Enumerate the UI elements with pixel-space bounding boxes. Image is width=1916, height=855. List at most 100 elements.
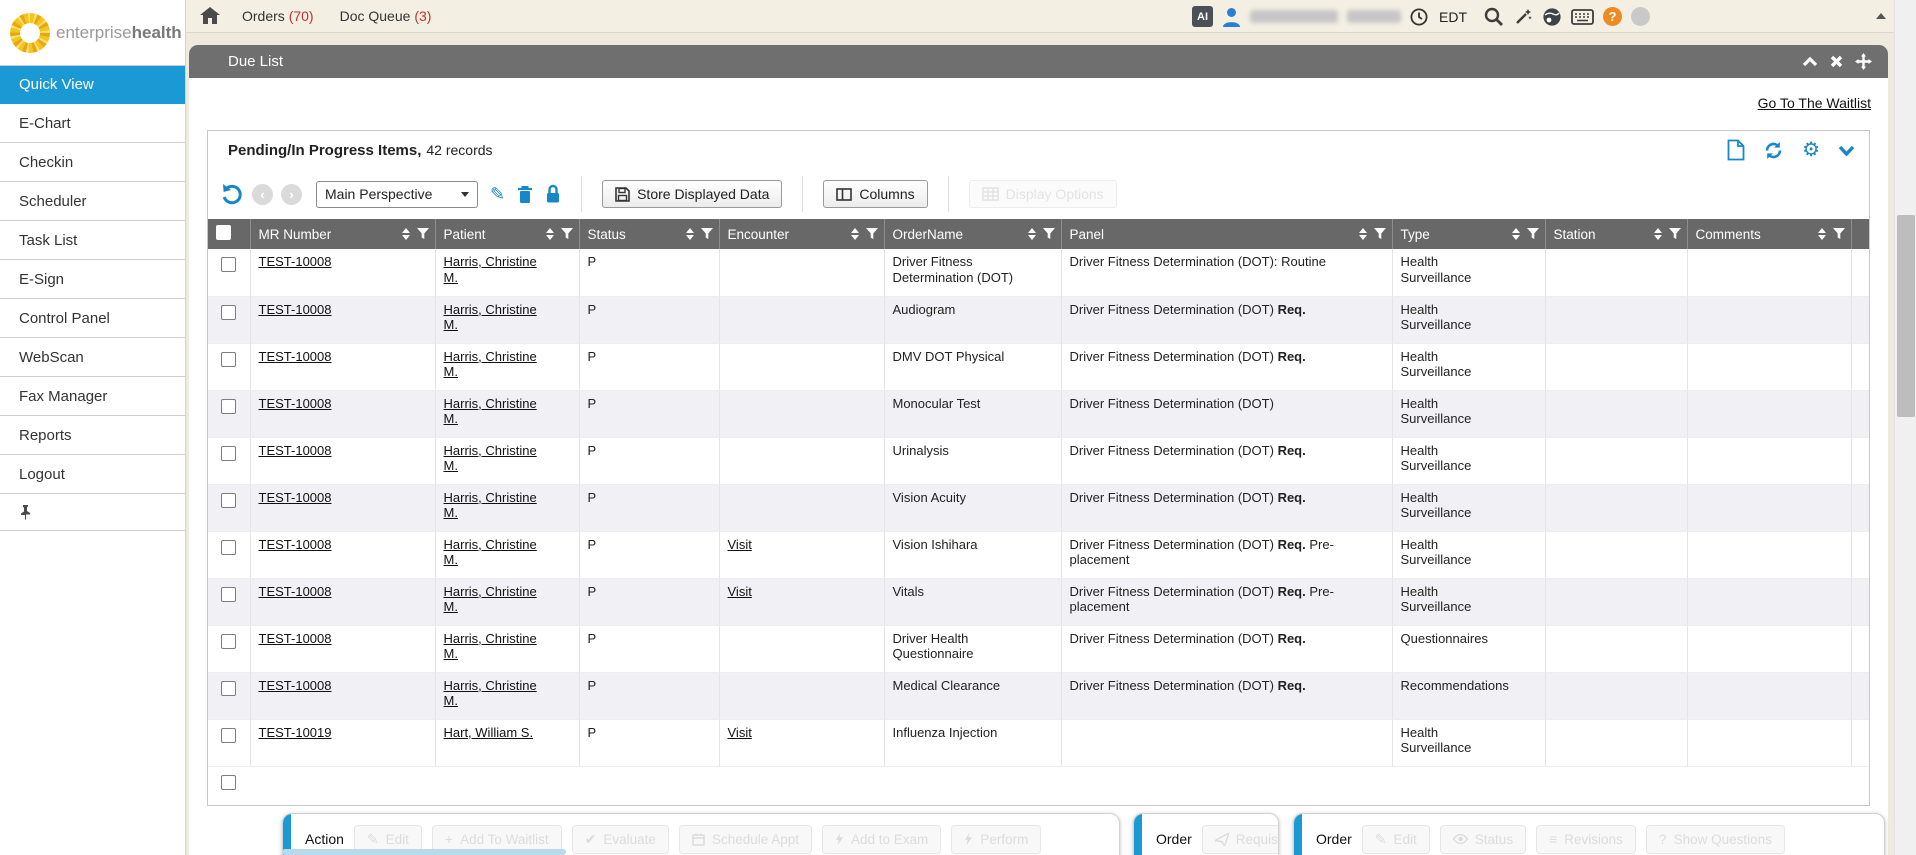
mr-number-link[interactable]: TEST-10008 (259, 254, 332, 269)
mr-number-link[interactable]: TEST-10008 (259, 678, 332, 693)
patient-link[interactable]: Harris, Christine M. (444, 631, 550, 662)
columns-button[interactable]: Columns (823, 180, 927, 208)
row-checkbox[interactable] (221, 681, 236, 696)
patient-link[interactable]: Harris, Christine M. (444, 490, 550, 521)
footer-checkbox[interactable] (221, 775, 236, 790)
sidebar-item-checkin[interactable]: Checkin (0, 143, 185, 182)
col-header-panel[interactable]: Panel (1061, 219, 1392, 249)
filter-icon[interactable] (1527, 228, 1539, 240)
wand-icon[interactable] (1513, 7, 1533, 27)
mr-number-link[interactable]: TEST-10008 (259, 537, 332, 552)
chevron-down-icon[interactable] (1838, 145, 1855, 156)
col-header-station[interactable]: Station (1545, 219, 1687, 249)
row-checkbox[interactable] (221, 587, 236, 602)
encounter-link[interactable]: Visit (728, 725, 752, 740)
sort-icon[interactable] (1654, 228, 1662, 240)
filter-icon[interactable] (561, 228, 573, 240)
filter-icon[interactable] (1833, 228, 1845, 240)
scrollbar-thumb[interactable] (1897, 215, 1915, 417)
undo-icon[interactable] (220, 183, 244, 206)
perspective-select[interactable]: Main Perspective (316, 181, 478, 208)
row-checkbox[interactable] (221, 728, 236, 743)
encounter-link[interactable]: Visit (728, 537, 752, 552)
row-checkbox[interactable] (221, 493, 236, 508)
horizontal-scrollbar[interactable] (282, 849, 566, 855)
patient-link[interactable]: Harris, Christine M. (444, 584, 550, 615)
store-displayed-data-button[interactable]: Store Displayed Data (602, 180, 782, 208)
col-header-mr-number[interactable]: MR Number (250, 219, 435, 249)
row-checkbox[interactable] (221, 540, 236, 555)
mr-number-link[interactable]: TEST-10019 (259, 725, 332, 740)
patient-link[interactable]: Harris, Christine M. (444, 254, 550, 285)
select-all-header[interactable] (208, 219, 250, 249)
mr-number-link[interactable]: TEST-10008 (259, 443, 332, 458)
patient-link[interactable]: Harris, Christine M. (444, 678, 550, 709)
delete-perspective-icon[interactable] (517, 185, 533, 204)
sidebar-item-scheduler[interactable]: Scheduler (0, 182, 185, 221)
col-header-comments[interactable]: Comments (1687, 219, 1851, 249)
filter-icon[interactable] (1669, 228, 1681, 240)
new-document-icon[interactable] (1727, 139, 1745, 161)
row-checkbox[interactable] (221, 257, 236, 272)
globe-icon[interactable] (1542, 7, 1562, 27)
encounter-link[interactable]: Visit (728, 584, 752, 599)
row-checkbox[interactable] (221, 352, 236, 367)
mr-number-link[interactable]: TEST-10008 (259, 490, 332, 505)
patient-link[interactable]: Harris, Christine M. (444, 443, 550, 474)
mr-number-link[interactable]: TEST-10008 (259, 302, 332, 317)
lock-icon[interactable] (545, 184, 561, 204)
col-header-ordername[interactable]: OrderName (884, 219, 1061, 249)
filter-icon[interactable] (866, 228, 878, 240)
filter-icon[interactable] (417, 228, 429, 240)
row-checkbox[interactable] (221, 634, 236, 649)
filter-icon[interactable] (701, 228, 713, 240)
nav-doc-queue[interactable]: Doc Queue (3) (340, 8, 432, 24)
patient-link[interactable]: Harris, Christine M. (444, 349, 550, 380)
refresh-icon[interactable] (1763, 140, 1784, 161)
sidebar-item-fax-manager[interactable]: Fax Manager (0, 377, 185, 416)
move-icon[interactable] (1855, 53, 1872, 70)
ai-badge[interactable]: AI (1192, 6, 1213, 27)
sort-icon[interactable] (1359, 228, 1367, 240)
sidebar-pin[interactable] (0, 494, 185, 531)
row-checkbox[interactable] (221, 446, 236, 461)
sidebar-item-task-list[interactable]: Task List (0, 221, 185, 260)
sidebar-item-reports[interactable]: Reports (0, 416, 185, 455)
avatar[interactable] (1631, 7, 1650, 26)
sort-icon[interactable] (546, 228, 554, 240)
sidebar-item-webscan[interactable]: WebScan (0, 338, 185, 377)
sort-icon[interactable] (1028, 228, 1036, 240)
sidebar-item-e-sign[interactable]: E-Sign (0, 260, 185, 299)
sidebar-item-control-panel[interactable]: Control Panel (0, 299, 185, 338)
row-checkbox[interactable] (221, 305, 236, 320)
sort-icon[interactable] (851, 228, 859, 240)
help-icon[interactable]: ? (1603, 7, 1622, 26)
col-header-status[interactable]: Status (579, 219, 719, 249)
col-header-patient[interactable]: Patient (435, 219, 579, 249)
sort-icon[interactable] (1818, 228, 1826, 240)
search-icon[interactable] (1484, 7, 1504, 27)
sort-icon[interactable] (686, 228, 694, 240)
sidebar-item-logout[interactable]: Logout (0, 455, 185, 494)
col-header-type[interactable]: Type (1392, 219, 1545, 249)
sidebar-item-quick-view[interactable]: Quick View (0, 65, 185, 104)
nav-orders[interactable]: Orders (70) (242, 8, 314, 24)
filter-icon[interactable] (1374, 228, 1386, 240)
collapse-icon[interactable] (1802, 57, 1818, 67)
keyboard-icon[interactable] (1571, 9, 1594, 25)
sort-icon[interactable] (402, 228, 410, 240)
patient-link[interactable]: Harris, Christine M. (444, 537, 550, 568)
user-icon[interactable] (1222, 7, 1241, 27)
row-checkbox[interactable] (221, 399, 236, 414)
close-icon[interactable] (1830, 55, 1843, 68)
col-header-encounter[interactable]: Encounter (719, 219, 884, 249)
patient-link[interactable]: Harris, Christine M. (444, 396, 550, 427)
mr-number-link[interactable]: TEST-10008 (259, 631, 332, 646)
page-scrollbar[interactable] (1894, 0, 1916, 855)
patient-link[interactable]: Hart, William S. (444, 725, 534, 741)
scroll-up-arrow[interactable] (1876, 13, 1886, 19)
edit-perspective-icon[interactable]: ✎ (490, 184, 505, 205)
sort-icon[interactable] (1512, 228, 1520, 240)
patient-link[interactable]: Harris, Christine M. (444, 302, 550, 333)
home-icon[interactable] (200, 7, 220, 25)
